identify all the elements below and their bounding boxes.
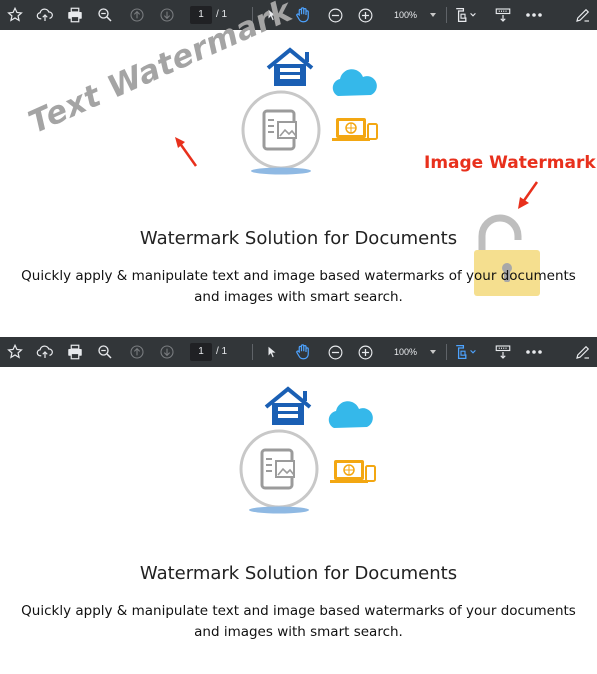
fit-page-icon[interactable]: [452, 0, 478, 30]
document-description-line2: and images with smart search.: [194, 289, 403, 305]
zoom-out-icon[interactable]: [324, 337, 346, 367]
document-icon: [239, 429, 319, 514]
cloud-icon: [332, 69, 377, 96]
page-number-input[interactable]: 1: [190, 343, 212, 361]
more-icon[interactable]: [522, 337, 546, 367]
image-watermark-label: Image Watermark: [424, 153, 596, 173]
arrow-down-icon[interactable]: [156, 337, 178, 367]
laptop-globe-icon: [332, 118, 378, 141]
document-page-clean: Watermark Solution for Documents Quickly…: [0, 367, 597, 674]
arrow-icon: [518, 181, 539, 209]
page-total: / 1: [216, 346, 228, 357]
zoom-level-select[interactable]: 100%: [386, 342, 440, 362]
toolbar-divider: [446, 344, 447, 360]
stamp-icon[interactable]: [491, 0, 515, 30]
hand-icon[interactable]: [292, 337, 314, 367]
pdf-toolbar-top: 1 / 1 100%: [0, 0, 597, 30]
arrow-down-icon[interactable]: [156, 0, 178, 30]
document-title: Watermark Solution for Documents: [139, 563, 458, 584]
cursor-icon[interactable]: [262, 337, 282, 367]
chevron-down-icon: [430, 13, 436, 17]
document-description-line1: Quickly apply & manipulate text and imag…: [21, 268, 576, 284]
zoom-out-icon[interactable]: [324, 0, 346, 30]
upload-icon[interactable]: [34, 337, 56, 367]
print-icon[interactable]: [64, 337, 86, 367]
illustration: [239, 386, 376, 514]
star-icon[interactable]: [4, 337, 26, 367]
document-page-watermarked: Watermark Solution for Documents Quickly…: [0, 30, 597, 335]
zoom-in-icon[interactable]: [354, 337, 376, 367]
arrow-up-icon[interactable]: [126, 0, 148, 30]
document-title: Watermark Solution for Documents: [139, 228, 458, 249]
sign-icon[interactable]: [572, 0, 594, 30]
zoom-level-select[interactable]: 100%: [386, 5, 440, 25]
cloud-icon: [328, 401, 373, 428]
document-description-line1: Quickly apply & manipulate text and imag…: [21, 603, 576, 619]
print-icon[interactable]: [64, 0, 86, 30]
document-icon: [241, 90, 321, 175]
zoom-in-icon[interactable]: [354, 0, 376, 30]
laptop-globe-icon: [330, 460, 376, 483]
chevron-down-icon: [430, 350, 436, 354]
zoom-search-icon[interactable]: [94, 337, 116, 367]
pdf-toolbar-bottom: 1 / 1 100%: [0, 337, 597, 367]
arrow-up-icon[interactable]: [126, 337, 148, 367]
page-number-input[interactable]: 1: [190, 6, 212, 24]
house-server-icon: [264, 386, 312, 425]
zoom-level-value: 100%: [394, 10, 418, 20]
house-server-icon: [266, 47, 314, 86]
fit-page-icon[interactable]: [452, 337, 478, 367]
more-icon[interactable]: [522, 0, 546, 30]
toolbar-divider: [446, 7, 447, 23]
star-icon[interactable]: [4, 0, 26, 30]
zoom-search-icon[interactable]: [94, 0, 116, 30]
upload-icon[interactable]: [34, 0, 56, 30]
arrow-icon: [175, 137, 198, 167]
zoom-level-value: 100%: [394, 347, 418, 357]
stamp-icon[interactable]: [491, 337, 515, 367]
toolbar-divider: [252, 344, 253, 360]
document-description-line2: and images with smart search.: [194, 624, 403, 640]
sign-icon[interactable]: [572, 337, 594, 367]
